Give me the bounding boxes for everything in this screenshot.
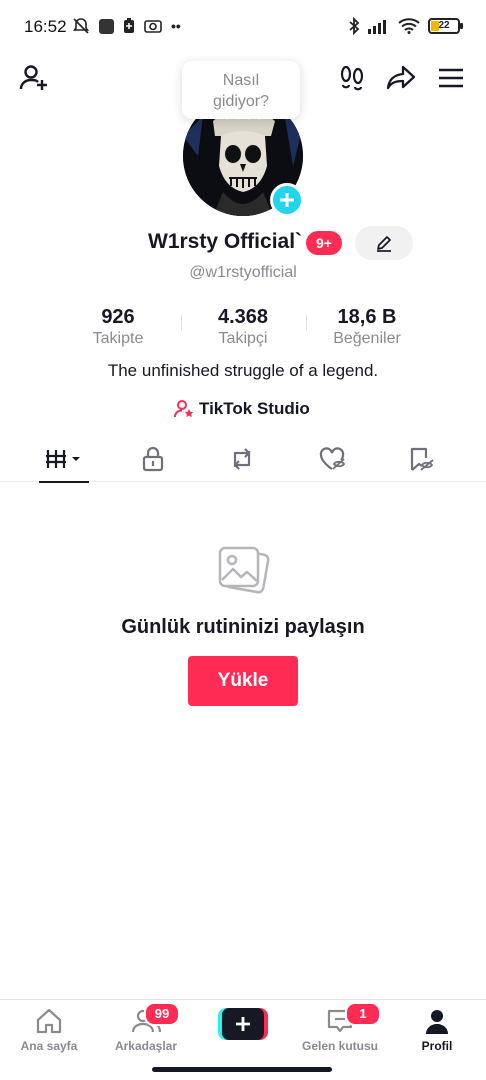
nav-friends[interactable]: 99 Arkadaşlar: [98, 1002, 194, 1058]
status-left-icons: ••: [72, 17, 181, 35]
tab-videos[interactable]: [29, 436, 99, 483]
status-time: 16:52: [24, 17, 67, 36]
nav-inbox[interactable]: 1 Gelen kutusu: [292, 1002, 388, 1058]
hidden-heart-icon: [319, 447, 346, 470]
tab-reposts[interactable]: [207, 436, 277, 482]
add-person-icon: [19, 65, 47, 90]
profile-bio: The unfinished struggle of a legend.: [107, 361, 379, 380]
plus-icon: [236, 1017, 250, 1031]
nav-profile-label: Profil: [421, 1039, 453, 1053]
nav-home[interactable]: Ana sayfa: [1, 1006, 97, 1058]
bluetooth-icon: [349, 17, 360, 35]
stat-label: Beğeniler: [333, 330, 401, 347]
name-row: W1rsty Official` 9+: [0, 226, 486, 260]
tab-favorites[interactable]: [386, 436, 456, 482]
app-notification-icon: [99, 18, 114, 34]
share-profile-button[interactable]: [383, 60, 419, 96]
notification-badge[interactable]: 9+: [306, 231, 342, 255]
create-post-button[interactable]: [218, 1008, 268, 1040]
tiktok-studio-link[interactable]: TikTok Studio: [174, 398, 310, 420]
mute-bell-icon: [72, 18, 90, 34]
repost-icon: [233, 448, 251, 470]
stat-value: 926: [101, 306, 135, 328]
home-icon: [36, 1008, 62, 1034]
photo-album-icon: [218, 546, 270, 594]
stat-label: Takipte: [92, 330, 144, 347]
lock-icon: [142, 446, 164, 472]
add-avatar-story-button[interactable]: [270, 183, 304, 217]
stat-label: Takipçi: [218, 330, 268, 347]
upload-button[interactable]: Yükle: [188, 656, 298, 706]
nav-inbox-label: Gelen kutusu: [301, 1039, 378, 1053]
battery-saver-icon: [124, 18, 134, 33]
nav-home-label: Ana sayfa: [20, 1039, 78, 1053]
hamburger-menu-icon: [439, 68, 463, 88]
menu-button[interactable]: [433, 60, 469, 96]
wifi-icon: [398, 18, 420, 34]
stat-followers[interactable]: 4.368 Takipçi: [183, 305, 303, 349]
stat-value: 4.368: [217, 306, 269, 328]
pencil-icon: [377, 236, 391, 252]
creator-star-icon: [174, 400, 194, 418]
tiktok-studio-label: TikTok Studio: [199, 399, 310, 418]
stat-likes[interactable]: 18,6 B Beğeniler: [307, 305, 427, 349]
status-bar: 16:52 •• 22: [0, 0, 486, 54]
videos-grid-icon: [46, 450, 80, 468]
camera-icon: [144, 20, 162, 33]
mood-bubble-line1: Nasıl: [222, 72, 260, 89]
add-friend-button[interactable]: [16, 60, 52, 96]
empty-state-title: Günlük rutininizi paylaşın: [121, 616, 365, 638]
mood-status-bubble[interactable]: Nasıl gidiyor?: [182, 61, 300, 119]
inbox-badge: 1: [345, 1002, 381, 1026]
profile-stats: 926 Takipte 4.368 Takipçi 18,6 B Beğenil…: [60, 305, 426, 351]
edit-profile-button[interactable]: [355, 226, 413, 260]
hidden-bookmark-icon: [410, 447, 434, 471]
footprints-icon: [340, 65, 364, 91]
mood-bubble-line2: gidiyor?: [212, 93, 270, 110]
nav-profile[interactable]: Profil: [389, 1006, 485, 1058]
tab-private[interactable]: [118, 436, 188, 482]
battery-indicator: 22: [428, 18, 463, 34]
friends-badge: 99: [144, 1002, 180, 1026]
plus-icon: [280, 193, 294, 207]
signal-icon: [368, 20, 386, 34]
more-status-dots: ••: [171, 18, 181, 34]
stat-following[interactable]: 926 Takipte: [58, 305, 178, 349]
status-right-icons: 22: [348, 17, 463, 35]
stat-divider: [181, 315, 182, 331]
username: @w1rstyofficial: [189, 264, 297, 281]
content-tabs: [0, 436, 486, 483]
display-name: W1rsty Official`: [148, 230, 303, 253]
share-arrow-icon: [386, 65, 416, 90]
profile-person-icon: [426, 1010, 448, 1034]
nav-friends-label: Arkadaşlar: [114, 1039, 178, 1053]
home-indicator: [152, 1067, 332, 1072]
stat-value: 18,6 B: [337, 306, 397, 328]
profile-views-button[interactable]: [334, 60, 370, 96]
tab-liked[interactable]: [297, 436, 367, 482]
